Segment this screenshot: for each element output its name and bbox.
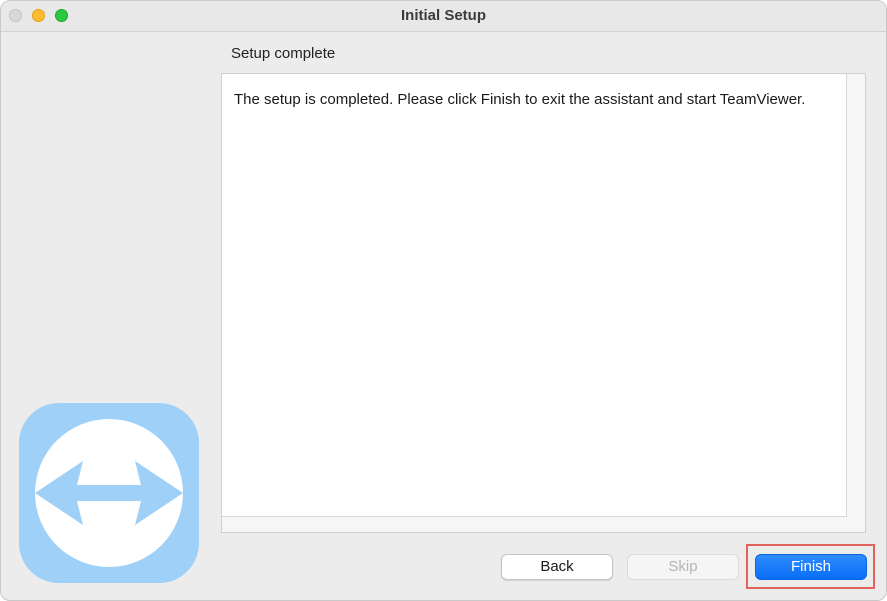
finish-highlight-box bbox=[746, 544, 875, 589]
setup-window: Initial Setup Setup complete The setup i… bbox=[0, 0, 887, 601]
completion-message: The setup is completed. Please click Fin… bbox=[234, 91, 806, 108]
back-button[interactable]: Back bbox=[501, 554, 613, 580]
content-area: The setup is completed. Please click Fin… bbox=[222, 74, 847, 517]
title-bar: Initial Setup bbox=[1, 1, 886, 32]
content-panel: The setup is completed. Please click Fin… bbox=[221, 73, 866, 533]
window-title: Initial Setup bbox=[400, 7, 486, 24]
skip-button[interactable]: Skip bbox=[627, 554, 739, 580]
teamviewer-arrows-icon bbox=[35, 419, 183, 567]
section-title: Setup complete bbox=[231, 45, 336, 62]
teamviewer-logo bbox=[19, 403, 199, 583]
